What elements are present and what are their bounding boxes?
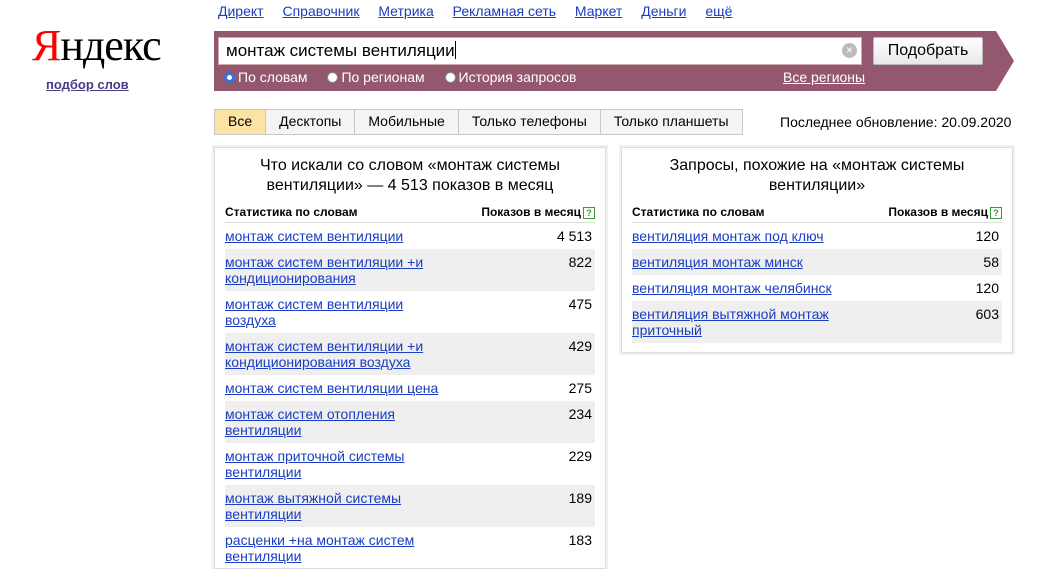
impressions-count: 120: [975, 280, 999, 296]
nav-link-ad-network[interactable]: Рекламная сеть: [453, 3, 556, 19]
impressions-count: 429: [568, 338, 592, 354]
impressions-count: 475: [568, 296, 592, 312]
radio-dot: [327, 72, 339, 83]
radio-by-regions[interactable]: По регионам: [327, 69, 425, 85]
nav-link-money[interactable]: Деньги: [641, 3, 686, 19]
impressions-count: 183: [568, 532, 592, 548]
nav-link-direct[interactable]: Директ: [218, 3, 264, 19]
query-link[interactable]: монтаж систем вентиляции +и кондициониро…: [225, 338, 445, 370]
column-header-query: Статистика по словам: [632, 205, 765, 219]
left-results-panel: Что искали со словом «монтаж системы вен…: [214, 147, 606, 569]
table-row: монтаж систем отопления вентиляции 234: [225, 401, 595, 443]
search-bar: монтаж системы вентиляции × Подобрать По…: [214, 31, 1014, 91]
results-list: монтаж систем вентиляции 4 513 монтаж сист…: [215, 223, 605, 569]
tab-phones-only[interactable]: Только телефоны: [459, 110, 601, 134]
column-header-count-label: Показов в месяц: [481, 205, 581, 219]
query-link[interactable]: монтаж систем отопления вентиляции: [225, 406, 445, 438]
impressions-count: 4 513: [556, 228, 592, 244]
text-cursor: [454, 41, 456, 59]
query-link[interactable]: монтаж систем вентиляции цена: [225, 380, 445, 396]
panel-title: Запросы, похожие на «монтаж системы вент…: [669, 157, 965, 194]
table-row: вентиляция вытяжной монтаж приточный 603: [632, 301, 1002, 343]
query-link[interactable]: монтаж приточной системы вентиляции: [225, 448, 445, 480]
table-row: монтаж систем вентиляции 4 513: [225, 223, 595, 249]
table-row: монтаж систем вентиляции воздуха 475: [225, 291, 595, 333]
radio-dot-selected: [224, 72, 235, 83]
help-icon[interactable]: ?: [583, 207, 595, 219]
pick-button[interactable]: Подобрать: [873, 37, 983, 65]
table-row: монтаж систем вентиляции +и кондициониро…: [225, 333, 595, 375]
impressions-count: 603: [975, 306, 999, 322]
impressions-count: 275: [568, 380, 592, 396]
device-tabs: Все Десктопы Мобильные Только телефоны Т…: [214, 109, 743, 135]
logo-rest: ндекс: [60, 21, 161, 70]
table-row: вентиляция монтаж минск 58: [632, 249, 1002, 275]
panel-title: Что искали со словом «монтаж системы вен…: [260, 157, 560, 194]
table-row: монтаж приточной системы вентиляции 229: [225, 443, 595, 485]
help-icon[interactable]: ?: [990, 207, 1002, 219]
search-mode-radios: По словам По регионам История запросов: [224, 69, 592, 85]
nav-link-metrika[interactable]: Метрика: [378, 3, 433, 19]
column-header-count: Показов в месяц?: [888, 202, 1002, 222]
radio-label: По словам: [238, 69, 308, 85]
table-row: вентиляция монтаж челябинск 120: [632, 275, 1002, 301]
logo-first-letter: Я: [32, 21, 61, 70]
table-header: Статистика по словам Показов в месяц?: [225, 202, 595, 223]
query-link[interactable]: монтаж систем вентиляции: [225, 228, 445, 244]
results-list: вентиляция монтаж под ключ 120 вентиляция …: [622, 223, 1012, 343]
all-regions-link[interactable]: Все регионы: [783, 69, 865, 85]
table-row: монтаж систем вентиляции цена 275: [225, 375, 595, 401]
table-row: расценки +на монтаж систем вентиляции 183: [225, 527, 595, 569]
last-updated: Последнее обновление: 20.09.2020: [780, 114, 1012, 130]
column-header-count-label: Показов в месяц: [888, 205, 988, 219]
nav-link-handbook[interactable]: Справочник: [282, 3, 359, 19]
radio-by-words[interactable]: По словам: [224, 69, 308, 85]
right-results-panel: Запросы, похожие на «монтаж системы вент…: [621, 147, 1013, 353]
query-link[interactable]: вентиляция монтаж минск: [632, 254, 852, 270]
yandex-logo[interactable]: Яндекс: [32, 21, 162, 70]
table-row: вентиляция монтаж под ключ 120: [632, 223, 1002, 249]
impressions-count: 58: [983, 254, 999, 270]
tab-desktops[interactable]: Десктопы: [266, 110, 356, 134]
service-title-link[interactable]: подбор слов: [46, 77, 129, 92]
nav-link-market[interactable]: Маркет: [575, 3, 622, 19]
column-header-query: Статистика по словам: [225, 205, 358, 219]
impressions-count: 120: [975, 228, 999, 244]
top-nav: Директ Справочник Метрика Рекламная сеть…: [218, 3, 747, 19]
search-input[interactable]: монтаж системы вентиляции: [218, 37, 862, 65]
radio-query-history[interactable]: История запросов: [444, 69, 577, 85]
tab-mobile[interactable]: Мобильные: [355, 110, 459, 134]
radio-dot: [444, 72, 456, 83]
table-row: монтаж систем вентиляции +и кондициониро…: [225, 249, 595, 291]
query-link[interactable]: вентиляция вытяжной монтаж приточный: [632, 306, 852, 338]
tab-all[interactable]: Все: [215, 110, 267, 134]
clear-icon[interactable]: ×: [842, 43, 857, 58]
query-link[interactable]: вентиляция монтаж под ключ: [632, 228, 852, 244]
query-link[interactable]: монтаж систем вентиляции +и кондициониро…: [225, 254, 445, 286]
impressions-count: 822: [568, 254, 592, 270]
radio-label: По регионам: [341, 69, 425, 85]
column-header-count: Показов в месяц?: [481, 202, 595, 222]
table-row: монтаж вытяжной системы вентиляции 189: [225, 485, 595, 527]
radio-label: История запросов: [458, 69, 577, 85]
impressions-count: 189: [568, 490, 592, 506]
query-link[interactable]: монтаж систем вентиляции воздуха: [225, 296, 445, 328]
search-input-value: монтаж системы вентиляции: [226, 41, 455, 60]
query-link[interactable]: расценки +на монтаж систем вентиляции: [225, 532, 445, 564]
table-header: Статистика по словам Показов в месяц?: [632, 202, 1002, 223]
impressions-count: 234: [568, 406, 592, 422]
impressions-count: 229: [568, 448, 592, 464]
tab-tablets-only[interactable]: Только планшеты: [601, 110, 742, 134]
nav-link-more[interactable]: ещё: [705, 3, 732, 19]
query-link[interactable]: монтаж вытяжной системы вентиляции: [225, 490, 445, 522]
query-link[interactable]: вентиляция монтаж челябинск: [632, 280, 852, 296]
